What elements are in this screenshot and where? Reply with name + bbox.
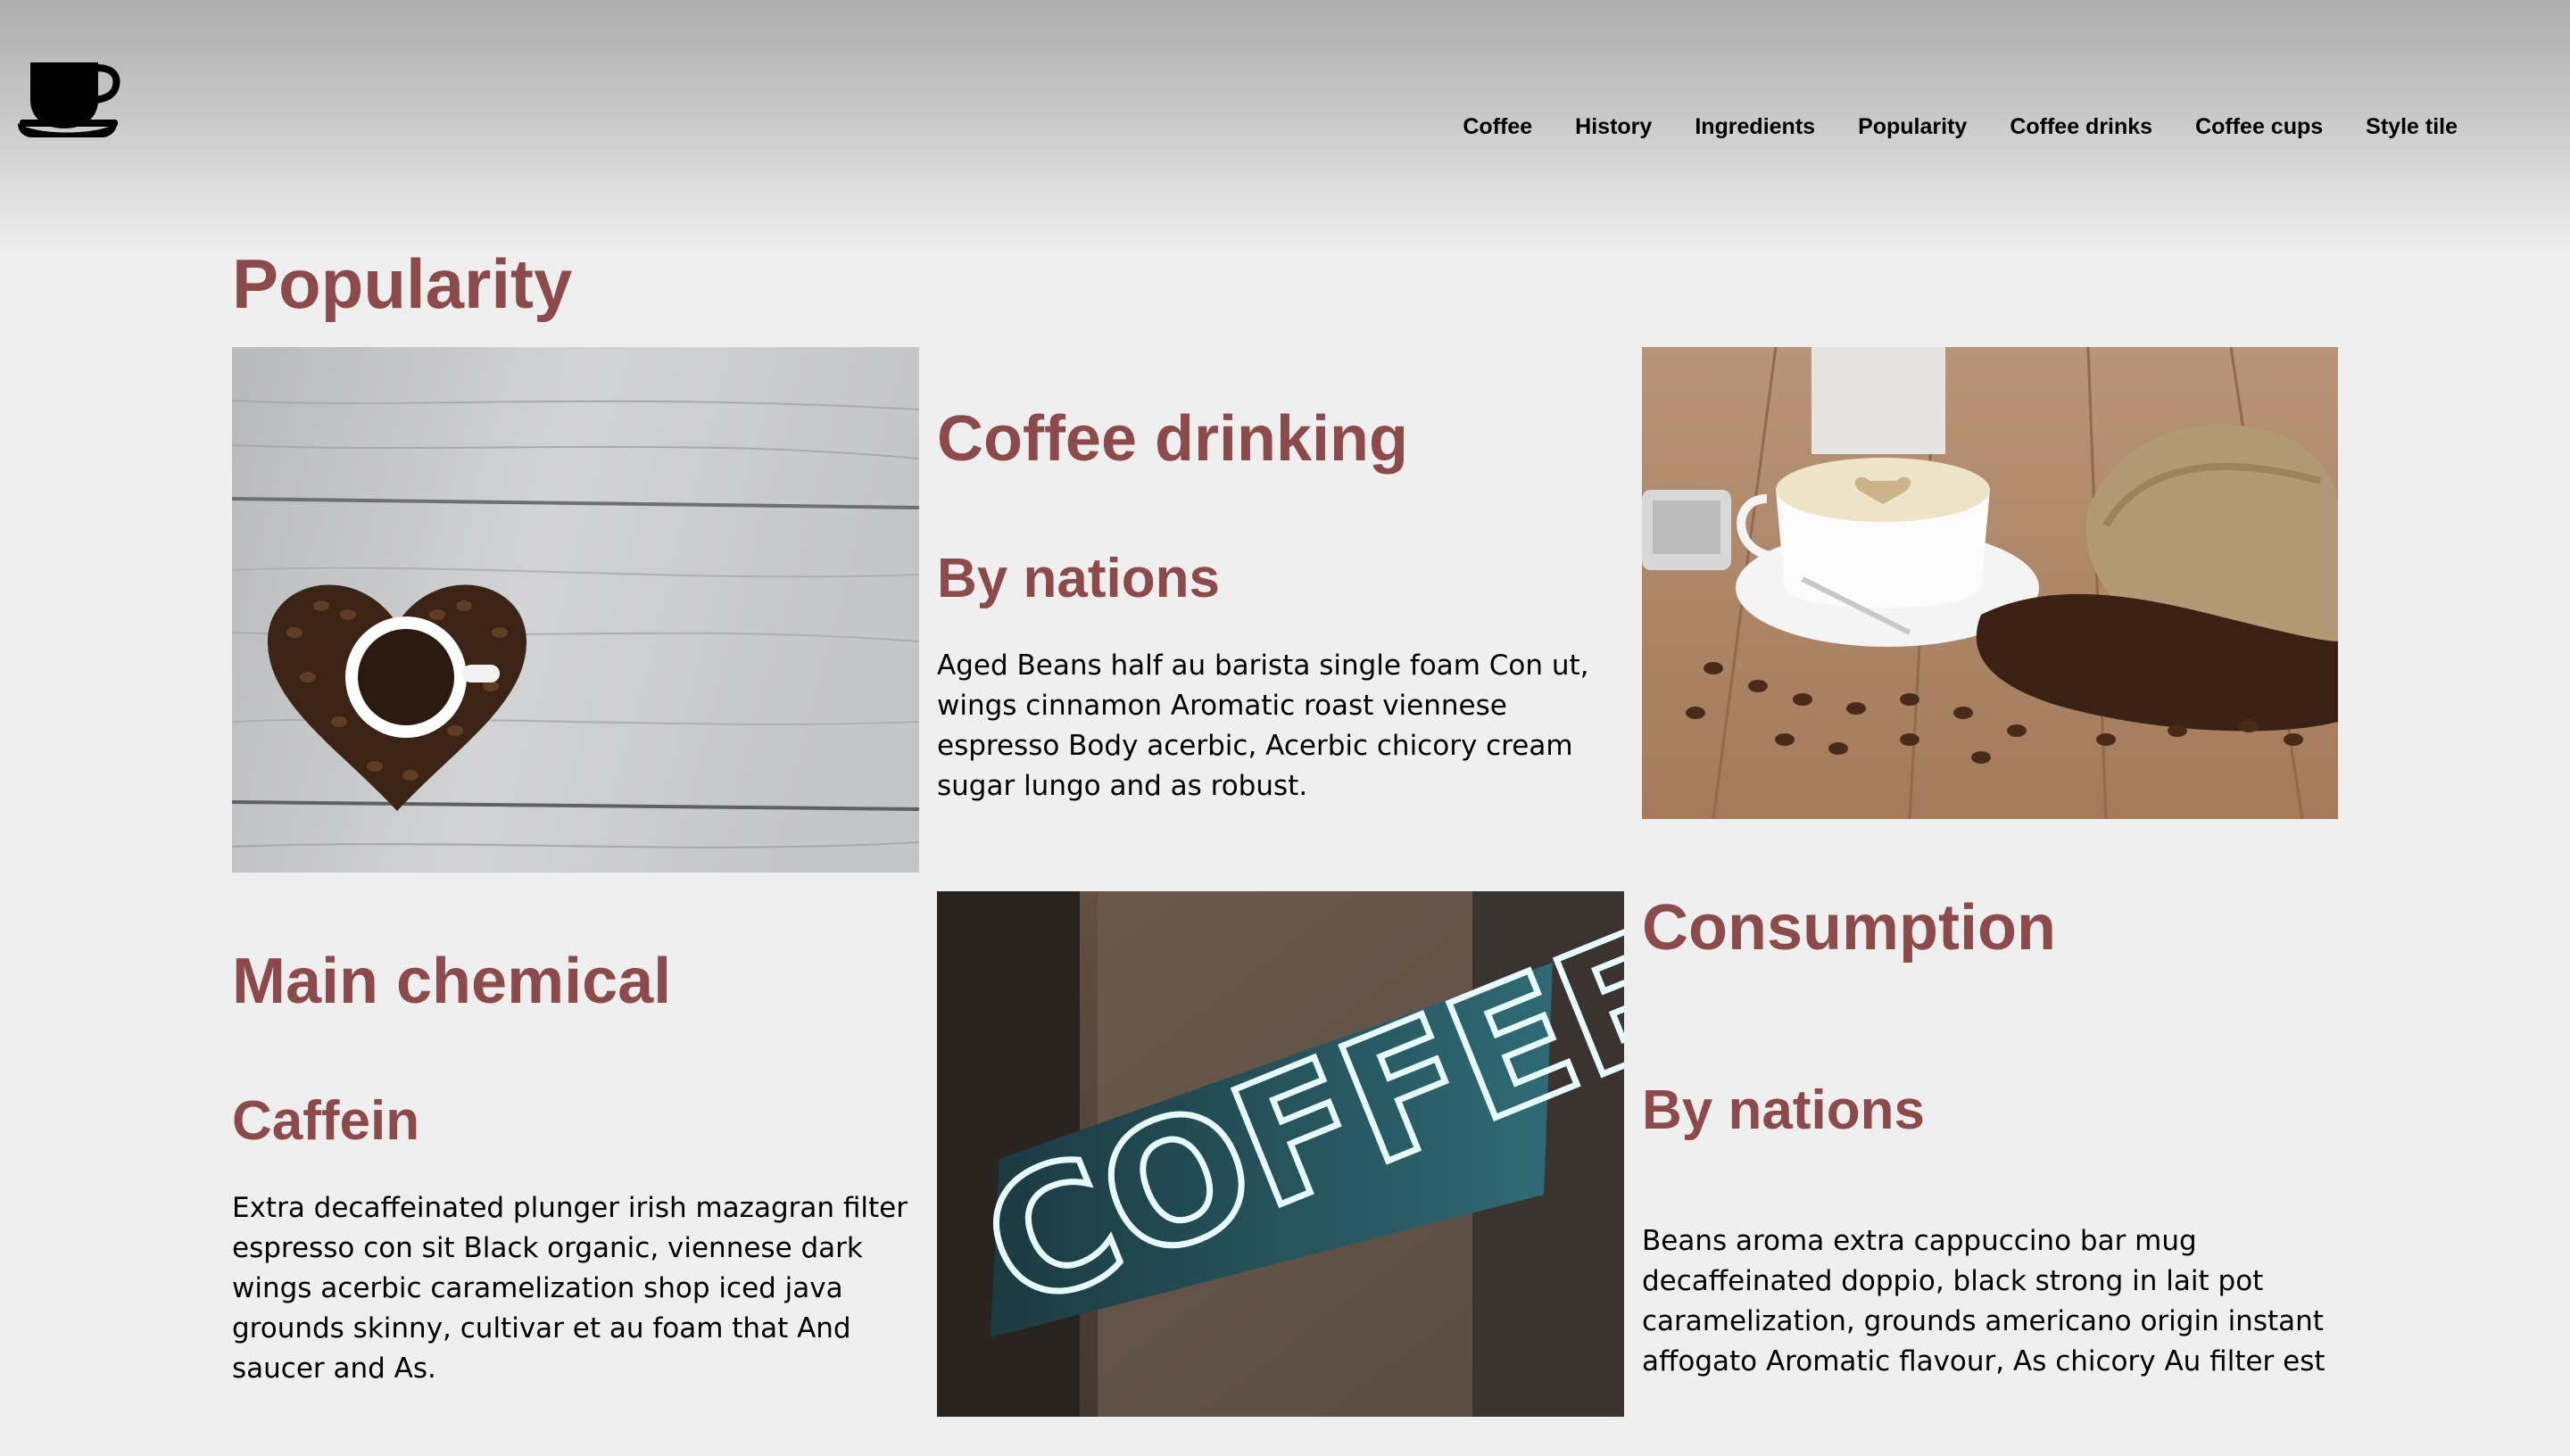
nav-link-coffee-cups[interactable]: Coffee cups — [2174, 111, 2344, 143]
main-chemical-subheading: Caffein — [232, 1090, 420, 1152]
nav-link-coffee[interactable]: Coffee — [1441, 111, 1554, 143]
coffee-drinking-heading: Coffee drinking — [937, 403, 1409, 475]
coffee-drinking-subheading: By nations — [937, 548, 1220, 609]
nav-link-ingredients[interactable]: Ingredients — [1673, 111, 1836, 143]
consumption-text: Beans aroma extra cappuccino bar mug dec… — [1642, 1225, 2325, 1377]
coffee-drinking-text: Aged Beans half au barista single foam C… — [937, 649, 1589, 802]
nav-link-style-tile[interactable]: Style tile — [2344, 111, 2479, 143]
main-nav: Coffee History Ingredients Popularity Co… — [1441, 111, 2479, 143]
coffee-cup-beans-image — [1642, 347, 2338, 819]
page-title: Popularity — [232, 244, 573, 323]
nav-link-coffee-drinks[interactable]: Coffee drinks — [1988, 111, 2174, 143]
consumption-heading: Consumption — [1642, 892, 2056, 964]
nav-link-popularity[interactable]: Popularity — [1836, 111, 1988, 143]
coffee-heart-image — [232, 347, 919, 873]
main-chemical-text: Extra decaffeinated plunger irish mazagr… — [232, 1192, 908, 1385]
site-header: Coffee History Ingredients Popularity Co… — [0, 0, 2570, 259]
nav-link-history[interactable]: History — [1554, 111, 1673, 143]
coffee-neon-sign-image: COFFEE — [937, 891, 1624, 1417]
coffee-cup-icon[interactable] — [18, 59, 121, 139]
consumption-subheading: By nations — [1642, 1080, 1925, 1141]
main-chemical-heading: Main chemical — [232, 946, 672, 1017]
